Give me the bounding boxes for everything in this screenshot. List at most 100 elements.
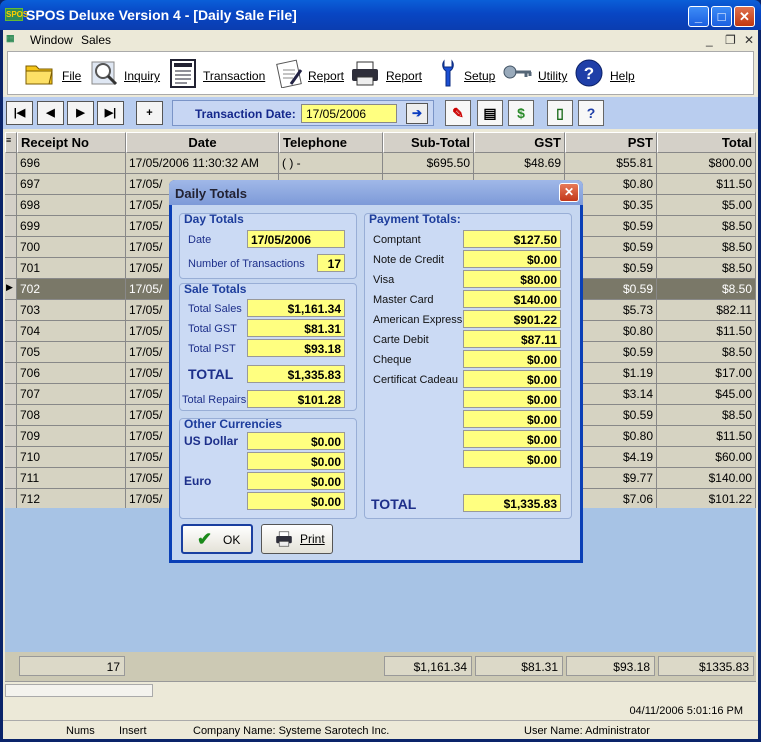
maximize-button[interactable]: □ [711, 6, 732, 27]
row-indicator[interactable] [5, 321, 17, 342]
cell-tel[interactable]: ( ) - [279, 153, 383, 174]
cell-total[interactable]: $11.50 [657, 426, 756, 447]
row-indicator[interactable] [5, 489, 17, 510]
cell-total[interactable]: $101.22 [657, 489, 756, 510]
row-indicator[interactable] [5, 174, 17, 195]
cell-total[interactable]: $82.11 [657, 300, 756, 321]
cell-receipt[interactable]: 707 [17, 384, 126, 405]
cell-date[interactable]: 17/05/2006 11:30:32 AM [126, 153, 279, 174]
mdi-child-icon[interactable]: ▦ [6, 33, 15, 44]
cell-receipt[interactable]: 709 [17, 426, 126, 447]
utility-tool[interactable]: Utility [502, 56, 570, 92]
col-pst[interactable]: PST [565, 132, 657, 153]
cell-receipt[interactable]: 704 [17, 321, 126, 342]
cell-total[interactable]: $800.00 [657, 153, 756, 174]
col-total[interactable]: Total [657, 132, 756, 153]
cell-total[interactable]: $8.50 [657, 237, 756, 258]
cell-total[interactable]: $5.00 [657, 195, 756, 216]
row-indicator[interactable] [5, 384, 17, 405]
menu-sales[interactable]: Sales [81, 33, 111, 47]
report-tool-2[interactable]: Report [350, 56, 422, 92]
row-indicator[interactable] [5, 468, 17, 489]
row-indicator[interactable] [5, 447, 17, 468]
col-date[interactable]: Date [126, 132, 279, 153]
add-record-button[interactable]: + [136, 101, 163, 125]
first-record-button[interactable]: |◀ [6, 101, 33, 125]
row-indicator[interactable] [5, 195, 17, 216]
report-tool-1[interactable]: Report [275, 56, 345, 92]
eraser-icon[interactable]: ✎ [445, 100, 471, 126]
cell-total[interactable]: $11.50 [657, 321, 756, 342]
help-tool[interactable]: ? Help [574, 56, 638, 92]
row-indicator[interactable] [5, 237, 17, 258]
col-subtotal[interactable]: Sub-Total [383, 132, 474, 153]
horizontal-scrollbar[interactable] [5, 681, 756, 699]
cell-total[interactable]: $60.00 [657, 447, 756, 468]
cell-receipt[interactable]: 708 [17, 405, 126, 426]
transaction-date-field[interactable]: 17/05/2006 [301, 104, 397, 123]
previous-record-button[interactable]: ◀ [37, 101, 64, 125]
mdi-minimize-icon[interactable]: _ [706, 33, 713, 47]
ok-button[interactable]: ✔ OK [181, 524, 253, 554]
transaction-tool[interactable]: Transaction [168, 56, 265, 92]
dialog-close-button[interactable]: ✕ [559, 183, 579, 202]
mdi-restore-icon[interactable]: ❐ [725, 33, 736, 47]
cell-total[interactable]: $8.50 [657, 342, 756, 363]
col-telephone[interactable]: Telephone [279, 132, 383, 153]
cell-total[interactable]: $17.00 [657, 363, 756, 384]
table-row[interactable]: 696 17/05/2006 11:30:32 AM( ) - $695.50 $48… [5, 153, 756, 174]
print-button[interactable]: Print [261, 524, 333, 554]
mdi-close-icon[interactable]: ✕ [744, 33, 754, 47]
cell-sub[interactable]: $695.50 [383, 153, 474, 174]
row-indicator[interactable] [5, 363, 17, 384]
cell-receipt[interactable]: 706 [17, 363, 126, 384]
row-indicator[interactable] [5, 258, 17, 279]
row-indicator[interactable]: ▶ [5, 279, 17, 300]
row-indicator[interactable] [5, 216, 17, 237]
cell-receipt[interactable]: 701 [17, 258, 126, 279]
next-record-button[interactable]: ▶ [67, 101, 94, 125]
cell-receipt[interactable]: 702 [17, 279, 126, 300]
menu-window[interactable]: Window [30, 33, 73, 47]
cell-receipt[interactable]: 700 [17, 237, 126, 258]
cell-receipt[interactable]: 703 [17, 300, 126, 321]
receipt-icon[interactable]: ▤ [477, 100, 503, 126]
scroll-thumb[interactable] [5, 684, 153, 697]
cell-total[interactable]: $45.00 [657, 384, 756, 405]
col-receipt[interactable]: Receipt No [17, 132, 126, 153]
file-tool[interactable]: File [24, 56, 84, 92]
cell-receipt[interactable]: 696 [17, 153, 126, 174]
last-record-button[interactable]: ▶| [97, 101, 124, 125]
cell-total[interactable]: $11.50 [657, 174, 756, 195]
cell-total[interactable]: $8.50 [657, 258, 756, 279]
dialog-title-bar[interactable]: Daily Totals ✕ [169, 180, 583, 205]
cell-total[interactable]: $140.00 [657, 468, 756, 489]
title-bar[interactable]: SPOS SPOS Deluxe Version 4 - [Daily Sale… [0, 0, 761, 30]
cell-receipt[interactable]: 712 [17, 489, 126, 510]
cell-receipt[interactable]: 710 [17, 447, 126, 468]
go-arrow-button[interactable]: ➔ [406, 103, 428, 124]
row-indicator[interactable] [5, 300, 17, 321]
minimize-button[interactable]: _ [688, 6, 709, 27]
cell-total[interactable]: $8.50 [657, 216, 756, 237]
cell-receipt[interactable]: 711 [17, 468, 126, 489]
cell-total[interactable]: $8.50 [657, 405, 756, 426]
cell-receipt[interactable]: 698 [17, 195, 126, 216]
cell-gst[interactable]: $48.69 [474, 153, 565, 174]
exit-door-icon[interactable]: ▯ [547, 100, 573, 126]
row-indicator[interactable] [5, 426, 17, 447]
row-indicator[interactable] [5, 405, 17, 426]
row-indicator[interactable] [5, 342, 17, 363]
money-icon[interactable]: $ [508, 100, 534, 126]
cell-receipt[interactable]: 699 [17, 216, 126, 237]
setup-tool[interactable]: Setup [432, 56, 497, 92]
row-indicator[interactable] [5, 153, 17, 174]
cell-receipt[interactable]: 697 [17, 174, 126, 195]
col-gst[interactable]: GST [474, 132, 565, 153]
cell-total[interactable]: $8.50 [657, 279, 756, 300]
inquiry-tool[interactable]: Inquiry [90, 56, 160, 92]
cell-receipt[interactable]: 705 [17, 342, 126, 363]
help-button-icon[interactable]: ? [578, 100, 604, 126]
cell-pst[interactable]: $55.81 [565, 153, 657, 174]
close-button[interactable]: ✕ [734, 6, 755, 27]
